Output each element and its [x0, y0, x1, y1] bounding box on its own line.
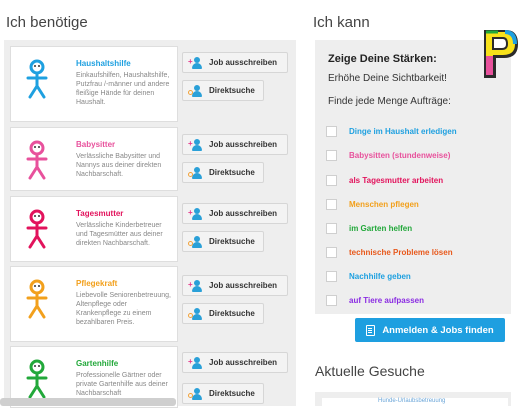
strengths-headline: Zeige Deine Stärken:: [328, 53, 437, 65]
direktsuche-button[interactable]: Direktsuche: [182, 383, 264, 404]
category-title: Babysitter: [76, 140, 116, 149]
category-description: Liebevolle Seniorenbetreuung, Altenpfleg…: [76, 292, 171, 326]
search-button-label: Direktsuche: [209, 309, 255, 318]
search-button-label: Direktsuche: [209, 168, 255, 177]
direktsuche-button[interactable]: Direktsuche: [182, 162, 264, 183]
section-title-ich-benoetige: Ich benötige: [6, 14, 88, 31]
category-description: Professionelle Gärtner oder private Gart…: [76, 372, 168, 397]
signup-find-jobs-button[interactable]: Anmelden & Jobs finden: [355, 318, 505, 342]
recent-request-title: Hunde-Urlaubsbetreuung: [378, 398, 446, 404]
skill-option[interactable]: technische Probleme lösen: [326, 245, 453, 259]
skill-option[interactable]: als Tagesmutter arbeiten: [326, 173, 443, 187]
job-ausschreiben-button[interactable]: + Job ausschreiben: [182, 203, 288, 224]
direktsuche-button[interactable]: Direktsuche: [182, 80, 264, 101]
search-button-label: Direktsuche: [209, 237, 255, 246]
skill-label: Babysitten (stundenweise): [349, 150, 451, 160]
search-person-icon: [188, 166, 203, 179]
skill-option[interactable]: Dinge im Haushalt erledigen: [326, 124, 457, 138]
form-icon: [366, 324, 376, 336]
recent-requests-title: Aktuelle Gesuche: [315, 363, 425, 379]
search-person-icon: [188, 387, 203, 400]
category-description: Verlässliche Babysitter und Nannys aus d…: [76, 153, 162, 178]
skill-label: als Tagesmutter arbeiten: [349, 175, 444, 185]
category-title: Gartenhilfe: [76, 359, 119, 368]
skill-checkbox[interactable]: [326, 270, 337, 282]
skill-option[interactable]: im Garten helfen: [326, 221, 412, 235]
category-card[interactable]: Babysitter Verlässliche Babysitter und Na…: [10, 127, 178, 191]
person-figure-icon: [26, 140, 48, 180]
person-figure-icon: [26, 209, 48, 249]
job-button-label: Job ausschreiben: [209, 281, 278, 290]
skill-checkbox[interactable]: [326, 198, 337, 210]
search-button-label: Direktsuche: [209, 86, 255, 95]
skill-option[interactable]: Nachhilfe geben: [326, 269, 411, 283]
category-title: Tagesmutter: [76, 209, 124, 218]
job-ausschreiben-button[interactable]: + Job ausschreiben: [182, 352, 288, 373]
search-person-icon: [188, 307, 203, 320]
skill-checkbox[interactable]: [326, 246, 337, 258]
strengths-line-visibility: Erhöhe Deine Sichtbarkeit!: [328, 73, 447, 84]
add-person-icon: +: [188, 56, 203, 69]
add-person-icon: +: [188, 138, 203, 151]
job-ausschreiben-button[interactable]: + Job ausschreiben: [182, 275, 288, 296]
add-person-icon: +: [188, 279, 203, 292]
job-ausschreiben-button[interactable]: + Job ausschreiben: [182, 134, 288, 155]
add-person-icon: +: [188, 207, 203, 220]
signup-button-label: Anmelden & Jobs finden: [382, 324, 494, 336]
add-person-icon: +: [188, 356, 203, 369]
person-figure-icon: [26, 279, 48, 319]
skill-checkbox[interactable]: [326, 149, 337, 161]
direktsuche-button[interactable]: Direktsuche: [182, 231, 264, 252]
skill-label: Nachhilfe geben: [349, 271, 411, 281]
category-description: Einkaufshilfen, Haushaltshilfe, Putzfrau…: [76, 72, 170, 106]
skill-option[interactable]: auf Tiere aufpassen: [326, 293, 424, 307]
skill-label: im Garten helfen: [349, 223, 413, 233]
skill-checkbox[interactable]: [326, 222, 337, 234]
search-button-label: Direktsuche: [209, 389, 255, 398]
category-card[interactable]: Haushaltshilfe Einkaufshilfen, Haushaltsh…: [10, 46, 178, 122]
skill-label: Dinge im Haushalt erledigen: [349, 126, 457, 136]
job-button-label: Job ausschreiben: [209, 140, 278, 149]
section-title-ich-kann: Ich kann: [313, 14, 370, 31]
direktsuche-button[interactable]: Direktsuche: [182, 303, 264, 324]
logo-p-icon: [484, 30, 518, 78]
person-figure-icon: [26, 59, 48, 99]
job-button-label: Job ausschreiben: [209, 58, 278, 67]
search-person-icon: [188, 235, 203, 248]
strengths-line-jobs: Finde jede Menge Aufträge:: [328, 96, 451, 107]
category-title: Haushaltshilfe: [76, 59, 131, 68]
skill-checkbox[interactable]: [326, 125, 337, 137]
skill-option[interactable]: Babysitten (stundenweise): [326, 148, 450, 162]
job-button-label: Job ausschreiben: [209, 209, 278, 218]
skill-checkbox[interactable]: [326, 174, 337, 186]
horizontal-scrollbar[interactable]: [0, 398, 176, 406]
category-description: Verlässliche Kinderbetreuer und Tagesmüt…: [76, 222, 163, 247]
skill-label: auf Tiere aufpassen: [349, 295, 424, 305]
job-button-label: Job ausschreiben: [209, 358, 278, 367]
person-figure-icon: [26, 359, 48, 399]
skill-option[interactable]: Menschen pflegen: [326, 197, 419, 211]
skill-label: technische Probleme lösen: [349, 247, 453, 257]
search-person-icon: [188, 84, 203, 97]
category-title: Pflegekraft: [76, 279, 118, 288]
category-card[interactable]: Tagesmutter Verlässliche Kinderbetreuer u…: [10, 196, 178, 262]
job-ausschreiben-button[interactable]: + Job ausschreiben: [182, 52, 288, 73]
category-card[interactable]: Pflegekraft Liebevolle Seniorenbetreuung,…: [10, 266, 178, 342]
skill-label: Menschen pflegen: [349, 199, 419, 209]
skill-checkbox[interactable]: [326, 294, 337, 306]
